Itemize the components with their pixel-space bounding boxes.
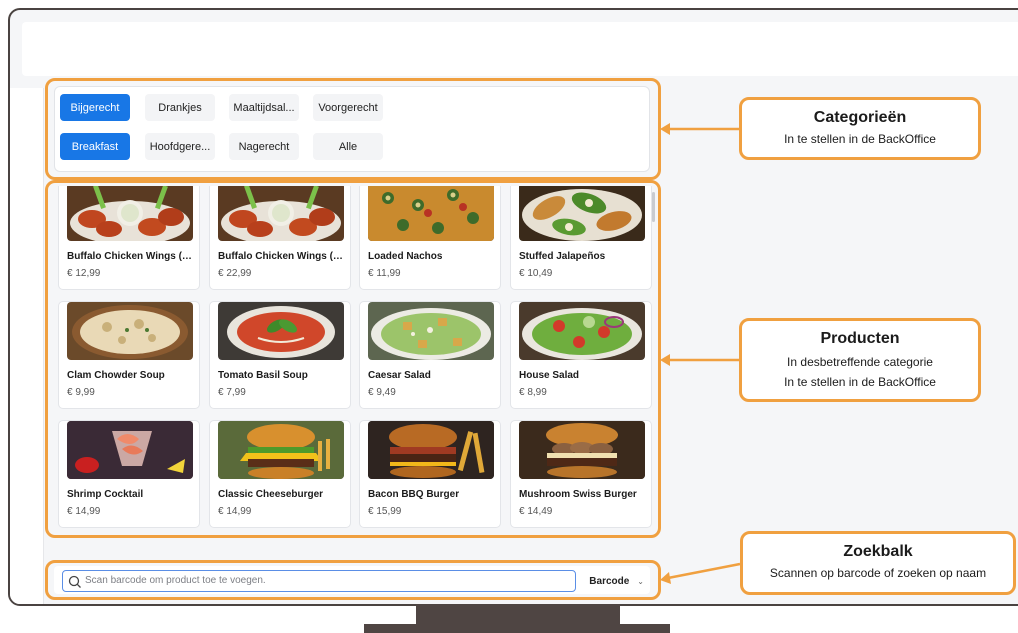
product-name: Loaded Nachos — [368, 251, 443, 262]
product-card[interactable]: Tomato Basil Soup € 7,99 — [209, 301, 351, 409]
category-button[interactable]: Voorgerecht — [313, 94, 383, 121]
search-callout: Zoekbalk Scannen op barcode of zoeken op… — [740, 531, 1016, 595]
product-price: € 9,49 — [368, 387, 396, 398]
search-icon — [68, 575, 81, 588]
product-price: € 22,99 — [218, 268, 252, 279]
product-price: € 8,99 — [519, 387, 547, 398]
products-arrow — [660, 354, 740, 366]
product-price: € 11,99 — [368, 268, 401, 279]
category-button[interactable]: Breakfast — [60, 133, 130, 160]
category-button[interactable]: Maaltijdsal... — [229, 94, 299, 121]
product-price: € 14,99 — [67, 506, 101, 517]
cheeseburger-image — [218, 421, 344, 479]
category-button[interactable]: Nagerecht — [229, 133, 299, 160]
jalapenos-image — [519, 186, 645, 241]
monitor-stand-base — [364, 624, 670, 633]
search-mode-select[interactable]: Barcode ⌄ — [582, 570, 648, 592]
monitor-stand-neck — [416, 604, 620, 624]
categories-callout-title: Categorieën — [813, 109, 907, 126]
product-grid-scrollbar[interactable] — [652, 192, 655, 222]
product-name: House Salad — [519, 370, 580, 381]
product-name: Stuffed Jalapeños — [519, 251, 606, 262]
nachos-image — [368, 186, 494, 241]
product-name: Tomato Basil Soup — [218, 370, 308, 381]
product-price: € 14,49 — [519, 506, 553, 517]
mushroom-burger-image — [519, 421, 645, 479]
products-callout-line-1: In desbetreffende categorie — [787, 355, 933, 369]
product-price: € 15,99 — [368, 506, 402, 517]
product-card[interactable]: House Salad € 8,99 — [510, 301, 652, 409]
product-card[interactable]: Clam Chowder Soup € 9,99 — [58, 301, 200, 409]
category-button[interactable]: Hoofdgere... — [145, 133, 215, 160]
house-salad-image — [519, 302, 645, 360]
products-callout-line-2: In te stellen in de BackOffice — [784, 375, 936, 389]
chevron-down-icon: ⌄ — [637, 576, 644, 586]
shrimp-cocktail-image — [67, 421, 193, 479]
product-price: € 7,99 — [218, 387, 246, 398]
product-card[interactable]: Shrimp Cocktail € 14,99 — [58, 420, 200, 528]
product-price: € 12,99 — [67, 268, 101, 279]
product-card[interactable]: Bacon BBQ Burger € 15,99 — [359, 420, 501, 528]
product-name: Shrimp Cocktail — [67, 489, 144, 500]
category-button[interactable]: Alle — [313, 133, 383, 160]
category-button[interactable]: Drankjes — [145, 94, 215, 121]
products-callout-title: Producten — [820, 330, 900, 347]
search-callout-line-1: Scannen op barcode of zoeken op naam — [769, 566, 987, 580]
categories-callout-line-1: In te stellen in de BackOffice — [784, 132, 936, 146]
left-sidebar-strip — [10, 88, 44, 604]
search-arrow — [660, 562, 741, 584]
product-name: Buffalo Chicken Wings (1... — [218, 251, 346, 262]
product-name: Clam Chowder Soup — [67, 370, 165, 381]
product-price: € 10,49 — [519, 268, 553, 279]
product-name: Classic Cheeseburger — [218, 489, 324, 500]
search-input[interactable]: Scan barcode om product toe te voegen. — [62, 570, 576, 592]
chicken-wings-image — [218, 186, 344, 241]
product-price: € 9,99 — [67, 387, 95, 398]
bbq-burger-image — [368, 421, 494, 479]
product-card[interactable]: Buffalo Chicken Wings (6... € 12,99 — [58, 186, 200, 290]
product-card[interactable]: Buffalo Chicken Wings (1... € 22,99 — [209, 186, 351, 290]
product-card[interactable]: Loaded Nachos € 11,99 — [359, 186, 501, 290]
search-placeholder: Scan barcode om product toe te voegen. — [85, 575, 266, 586]
product-price: € 14,99 — [218, 506, 252, 517]
caesar-salad-image — [368, 302, 494, 360]
app-header-bar — [22, 22, 1018, 76]
product-grid: Buffalo Chicken Wings (6... € 12,99 Buffa… — [48, 186, 652, 530]
chicken-wings-image — [67, 186, 193, 241]
categories-callout: Categorieën In te stellen in de BackOffi… — [739, 97, 981, 160]
category-button[interactable]: Bijgerecht — [60, 94, 130, 121]
tomato-soup-image — [218, 302, 344, 360]
product-card[interactable]: Classic Cheeseburger € 14,99 — [209, 420, 351, 528]
products-callout: Producten In desbetreffende categorie In… — [739, 318, 981, 402]
chowder-image — [67, 302, 193, 360]
product-card[interactable]: Mushroom Swiss Burger € 14,49 — [510, 420, 652, 528]
product-name: Buffalo Chicken Wings (6... — [67, 251, 195, 262]
categories-arrow — [660, 123, 740, 135]
product-name: Mushroom Swiss Burger — [519, 489, 637, 500]
product-card[interactable]: Stuffed Jalapeños € 10,49 — [510, 186, 652, 290]
product-name: Bacon BBQ Burger — [368, 489, 460, 500]
search-mode-label: Barcode — [589, 575, 630, 587]
product-card[interactable]: Caesar Salad € 9,49 — [359, 301, 501, 409]
presentation-stage: Bijgerecht Drankjes Maaltijdsal... Voorgere… — [0, 0, 1018, 633]
search-callout-title: Zoekbalk — [843, 543, 913, 560]
product-name: Caesar Salad — [368, 370, 431, 381]
